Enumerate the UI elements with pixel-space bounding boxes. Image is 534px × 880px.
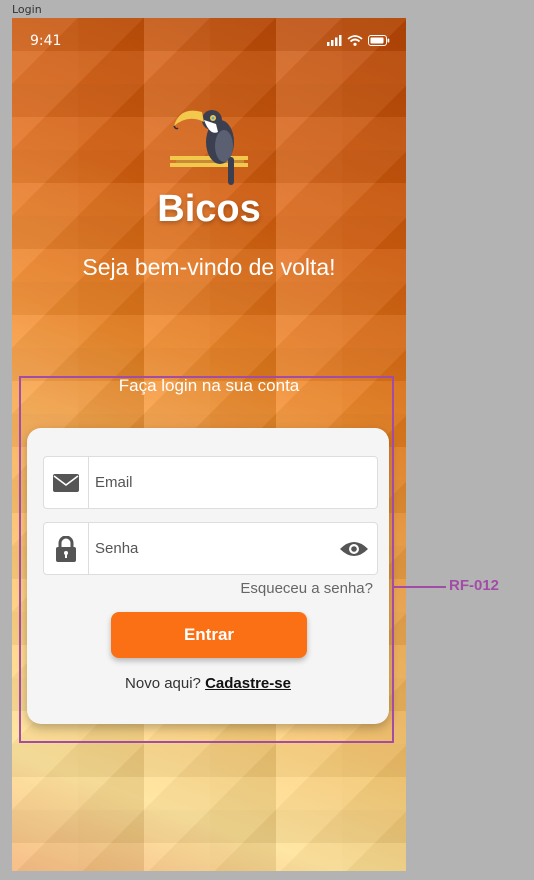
status-icons bbox=[327, 35, 390, 46]
welcome-message: Seja bem-vindo de volta! bbox=[82, 254, 336, 280]
annotation-label: RF-012 bbox=[449, 577, 500, 594]
signal-icon bbox=[327, 35, 342, 46]
annotation-connector bbox=[394, 586, 446, 588]
annotation-box bbox=[19, 376, 394, 743]
battery-icon bbox=[368, 35, 390, 46]
toucan-logo bbox=[170, 110, 248, 185]
frame-label: Login bbox=[12, 3, 42, 16]
status-bar: 9:41 bbox=[12, 18, 406, 62]
app-name: Bicos bbox=[157, 188, 261, 230]
wifi-icon bbox=[347, 35, 363, 46]
status-time: 9:41 bbox=[30, 33, 62, 49]
